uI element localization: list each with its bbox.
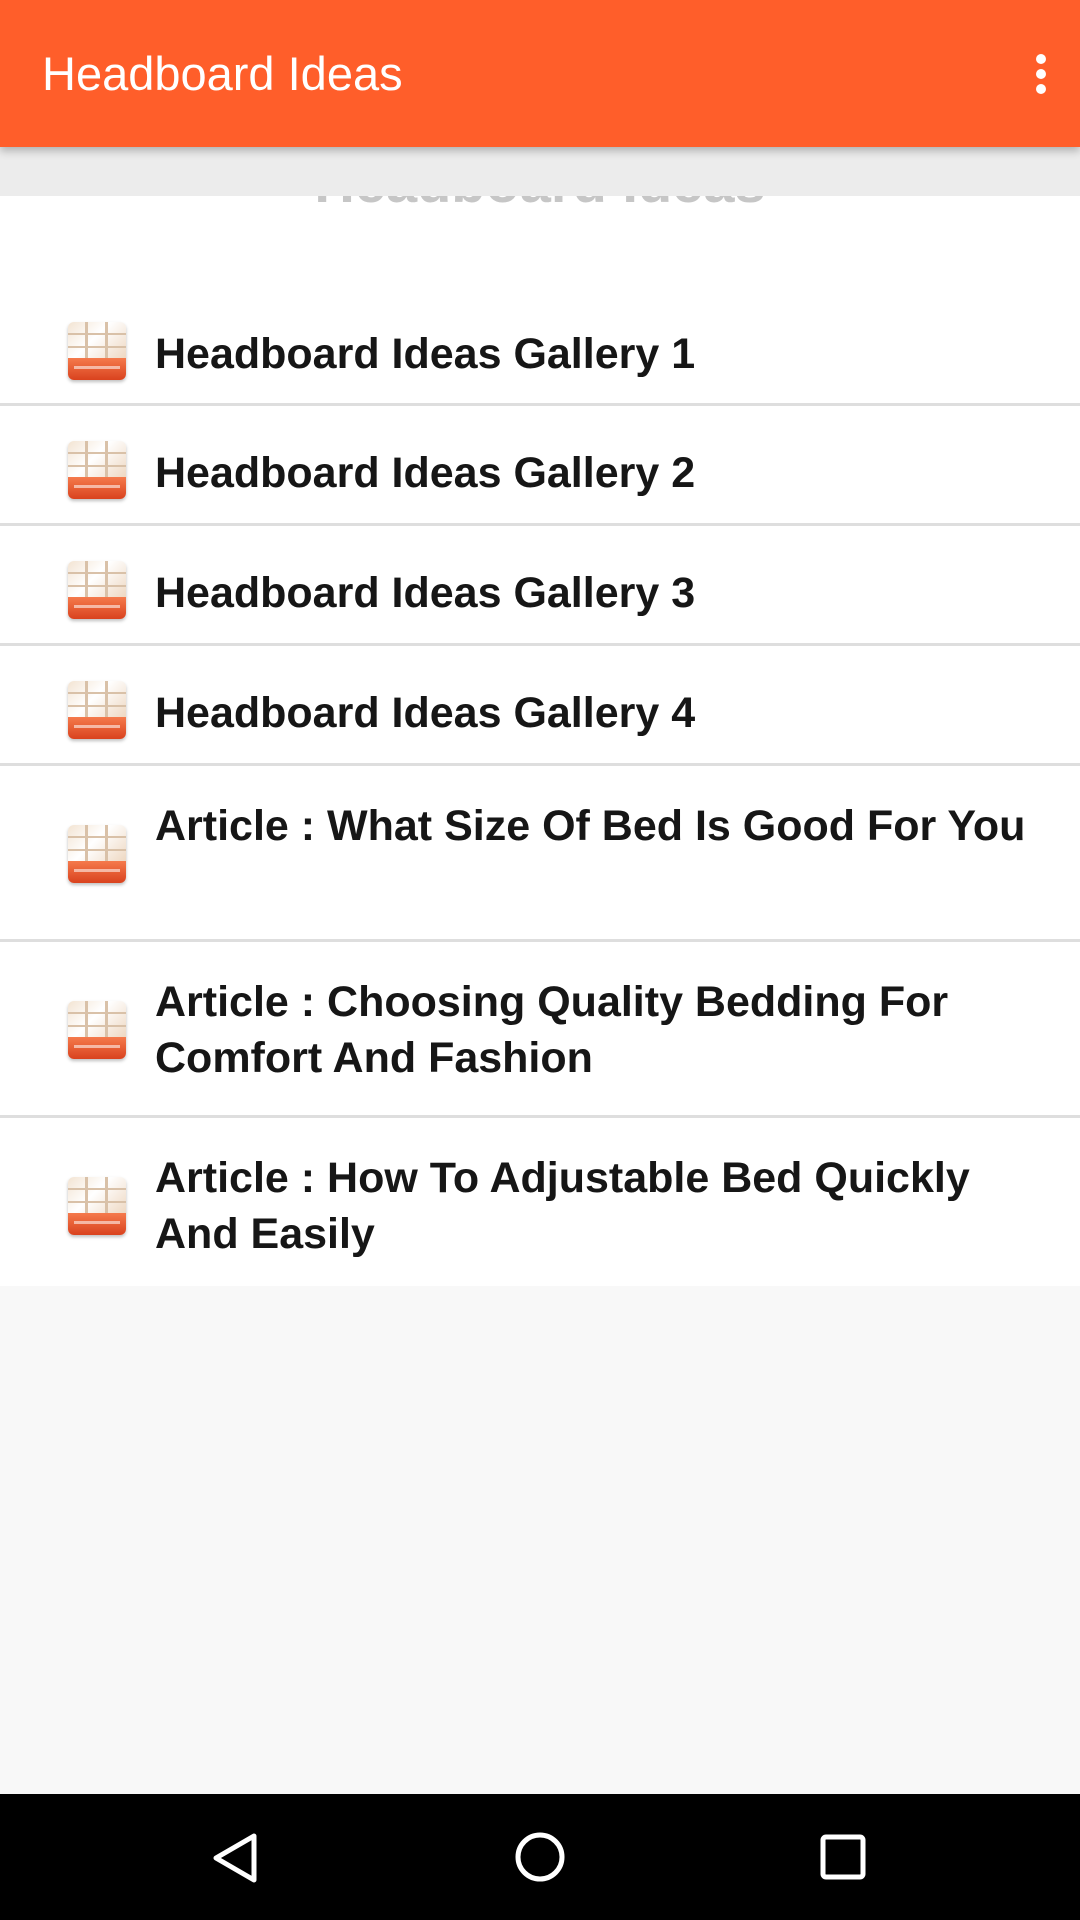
app-title: Headboard Ideas [42, 47, 403, 100]
bedroom-thumbnail-icon [68, 441, 126, 499]
list-item-label: Article : How To Adjustable Bed Quickly … [155, 1154, 970, 1258]
list-item-gallery-4[interactable]: Headboard Ideas Gallery 4 [0, 646, 1080, 766]
list-item-article-bed-size[interactable]: Article : What Size Of Bed Is Good For Y… [0, 766, 1080, 942]
system-nav-bar [0, 1794, 1080, 1920]
list-item-label: Headboard Ideas Gallery 1 [155, 330, 696, 378]
list-item-gallery-1[interactable]: Headboard Ideas Gallery 1 [0, 302, 1080, 406]
home-circle-icon[interactable] [490, 1814, 590, 1900]
bedroom-thumbnail-icon [68, 1177, 126, 1235]
list-item-label: Headboard Ideas Gallery 4 [155, 689, 696, 737]
app-bar: Headboard Ideas [0, 0, 1080, 147]
menu-list: Headboard Ideas Headboard Ideas Gallery … [0, 196, 1080, 1286]
list-item-label: Headboard Ideas Gallery 2 [155, 449, 696, 497]
list-item-label: Headboard Ideas Gallery 3 [155, 569, 696, 617]
list-item-label: Article : Choosing Quality Bedding For C… [155, 978, 949, 1082]
bedroom-thumbnail-icon [68, 1001, 126, 1059]
bedroom-thumbnail-icon [68, 825, 126, 883]
app-screen: Headboard Ideas Headboard Ideas Headboar… [0, 0, 1080, 1920]
list-header: Headboard Ideas [0, 196, 1080, 214]
bedroom-thumbnail-icon [68, 681, 126, 739]
back-triangle-icon[interactable] [187, 1814, 287, 1900]
bedroom-thumbnail-icon [68, 561, 126, 619]
more-vert-icon[interactable] [1000, 34, 1080, 114]
list-item-gallery-2[interactable]: Headboard Ideas Gallery 2 [0, 406, 1080, 526]
list-header-text: Headboard Ideas [0, 196, 1080, 214]
list-item-article-bedding[interactable]: Article : Choosing Quality Bedding For C… [0, 942, 1080, 1118]
list-item-label: Article : What Size Of Bed Is Good For Y… [155, 802, 1026, 850]
list-item-article-adjustable-bed[interactable]: Article : How To Adjustable Bed Quickly … [0, 1118, 1080, 1286]
recents-square-icon[interactable] [793, 1814, 893, 1900]
list-top-spacer [0, 147, 1080, 196]
bedroom-thumbnail-icon [68, 322, 126, 380]
list-item-gallery-3[interactable]: Headboard Ideas Gallery 3 [0, 526, 1080, 646]
